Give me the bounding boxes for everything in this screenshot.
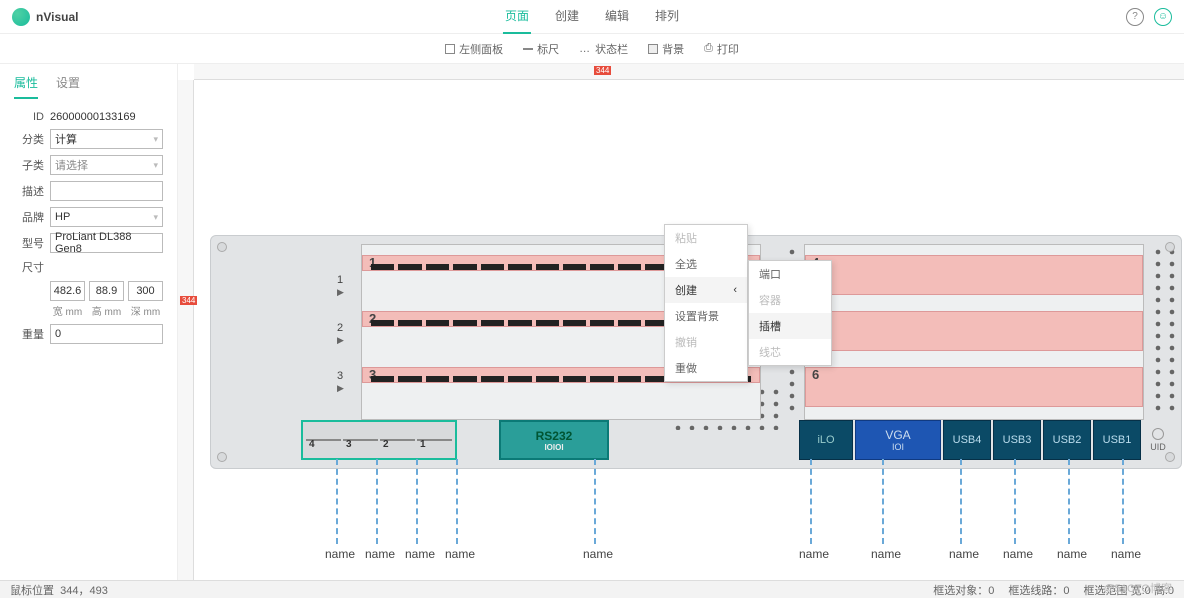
leader-label[interactable]: name — [578, 547, 618, 561]
side-panel: 属性 设置 ID 26000000133169 分类计算▾ 子类请选择▾ 描述 品… — [0, 64, 178, 580]
leader-label[interactable]: name — [794, 547, 834, 561]
usb-port[interactable]: USB3 — [993, 420, 1041, 460]
rs232-port[interactable]: RS232IOIOI — [499, 420, 609, 460]
prop-id-label: ID — [14, 111, 44, 123]
leader-label[interactable]: name — [400, 547, 440, 561]
ruler-horizontal: 344 — [194, 64, 1184, 80]
prop-category-label: 分类 — [14, 131, 44, 147]
prop-model-input[interactable]: ProLiant DL388 Gen8 — [50, 233, 163, 253]
size-h-input[interactable]: 88.9 — [89, 281, 124, 301]
size-d-unit: 深 mm — [128, 303, 163, 318]
vga-port[interactable]: VGAIOI — [855, 420, 941, 460]
vent-hex-icon — [1151, 246, 1177, 416]
eth-port: 2 — [380, 439, 415, 441]
tab-page[interactable]: 页面 — [503, 0, 531, 34]
prop-desc-input[interactable] — [50, 181, 163, 201]
ctx-redo[interactable]: 重做 — [665, 355, 747, 381]
leader-label[interactable]: name — [1106, 547, 1146, 561]
ctx-create[interactable]: 创建‹ — [665, 277, 747, 303]
slot-num: 1 — [337, 274, 343, 286]
prop-model-label: 型号 — [14, 235, 44, 251]
ilo-port[interactable]: iLO — [799, 420, 853, 460]
leader-label[interactable]: name — [998, 547, 1038, 561]
ctx-undo[interactable]: 撤销 — [665, 329, 747, 355]
leader-label[interactable]: name — [944, 547, 984, 561]
size-w-input[interactable]: 482.6 — [50, 281, 85, 301]
prop-weight-input[interactable]: 0 — [50, 324, 163, 344]
size-d-input[interactable]: 300 — [128, 281, 163, 301]
side-tab-props[interactable]: 属性 — [14, 74, 38, 99]
side-tab-settings[interactable]: 设置 — [56, 74, 80, 99]
ctx-sub-slot[interactable]: 插槽 — [749, 313, 831, 339]
ctx-paste[interactable]: 粘贴 — [665, 225, 747, 251]
context-menu[interactable]: 粘贴 全选 创建‹ 设置背景 撤销 重做 — [664, 224, 748, 382]
ethernet-group[interactable]: 4 3 2 1 — [301, 420, 457, 460]
tool-print[interactable]: ⎙打印 — [704, 41, 739, 57]
ruler-vertical: 344 — [178, 80, 194, 580]
prop-category-select[interactable]: 计算▾ — [50, 129, 163, 149]
cursor-pos: 344，493 — [60, 582, 108, 598]
ctx-select-all[interactable]: 全选 — [665, 251, 747, 277]
ruler-marker-h: 344 — [594, 66, 611, 75]
tool-background[interactable]: 背景 — [648, 41, 684, 57]
help-icon[interactable]: ? — [1126, 8, 1144, 26]
prop-brand-label: 品牌 — [14, 209, 44, 225]
slot-num: 2 — [337, 322, 343, 334]
size-w-unit: 宽 mm — [50, 303, 85, 318]
eth-port: 3 — [343, 439, 378, 441]
slot-num: 3 — [337, 370, 343, 382]
leader-label[interactable]: name — [440, 547, 480, 561]
size-h-unit: 高 mm — [89, 303, 124, 318]
leader-label[interactable]: name — [320, 547, 360, 561]
sel-obj: 框选对象：0 — [933, 582, 994, 598]
ctx-sub-core[interactable]: 线芯 — [749, 339, 831, 365]
prop-sub-select[interactable]: 请选择▾ — [50, 155, 163, 175]
tab-create[interactable]: 创建 — [553, 0, 581, 34]
prop-desc-label: 描述 — [14, 183, 44, 199]
usb-port[interactable]: USB1 — [1093, 420, 1141, 460]
prop-sub-label: 子类 — [14, 157, 44, 173]
status-bar: 鼠标位置 344，493 框选对象：0 框选线路：0 框选范围 宽:0 高:0 — [0, 580, 1184, 598]
ctx-sub-container[interactable]: 容器 — [749, 287, 831, 313]
user-icon[interactable]: ☺ — [1154, 8, 1172, 26]
logo-icon — [12, 8, 30, 26]
canvas-area[interactable]: 344 344 1 2 3 1▶ 2▶ 3▶ 4 5 — [178, 64, 1184, 580]
tab-arrange[interactable]: 排列 — [653, 0, 681, 34]
ctx-sub-port[interactable]: 端口 — [749, 261, 831, 287]
prop-id-value: 26000000133169 — [50, 111, 136, 123]
ctx-set-bg[interactable]: 设置背景 — [665, 303, 747, 329]
usb-port[interactable]: USB4 — [943, 420, 991, 460]
usb-port[interactable]: USB2 — [1043, 420, 1091, 460]
tab-edit[interactable]: 编辑 — [603, 0, 631, 34]
prop-size-label: 尺寸 — [14, 259, 44, 275]
leader-label[interactable]: name — [866, 547, 906, 561]
cursor-label: 鼠标位置 — [10, 582, 54, 598]
eth-port: 1 — [417, 439, 452, 441]
leader-label[interactable]: name — [1052, 547, 1092, 561]
pci-num: 6 — [812, 367, 819, 382]
sel-line: 框选线路：0 — [1008, 582, 1069, 598]
tool-statusbar[interactable]: …状态栏 — [579, 41, 628, 57]
watermark: @51CTO博客 — [1104, 580, 1172, 596]
tool-left-panel[interactable]: 左侧面板 — [445, 41, 503, 57]
context-submenu[interactable]: 端口 容器 插槽 线芯 — [748, 260, 832, 366]
app-name: nVisual — [36, 10, 78, 24]
prop-weight-label: 重量 — [14, 326, 44, 342]
app-logo: nVisual — [12, 8, 78, 26]
prop-brand-select[interactable]: HP▾ — [50, 207, 163, 227]
eth-port: 4 — [306, 439, 341, 441]
leader-label[interactable]: name — [360, 547, 400, 561]
tool-ruler[interactable]: 标尺 — [523, 41, 559, 57]
pci-zone-right: 4 5 6 — [804, 244, 1144, 420]
